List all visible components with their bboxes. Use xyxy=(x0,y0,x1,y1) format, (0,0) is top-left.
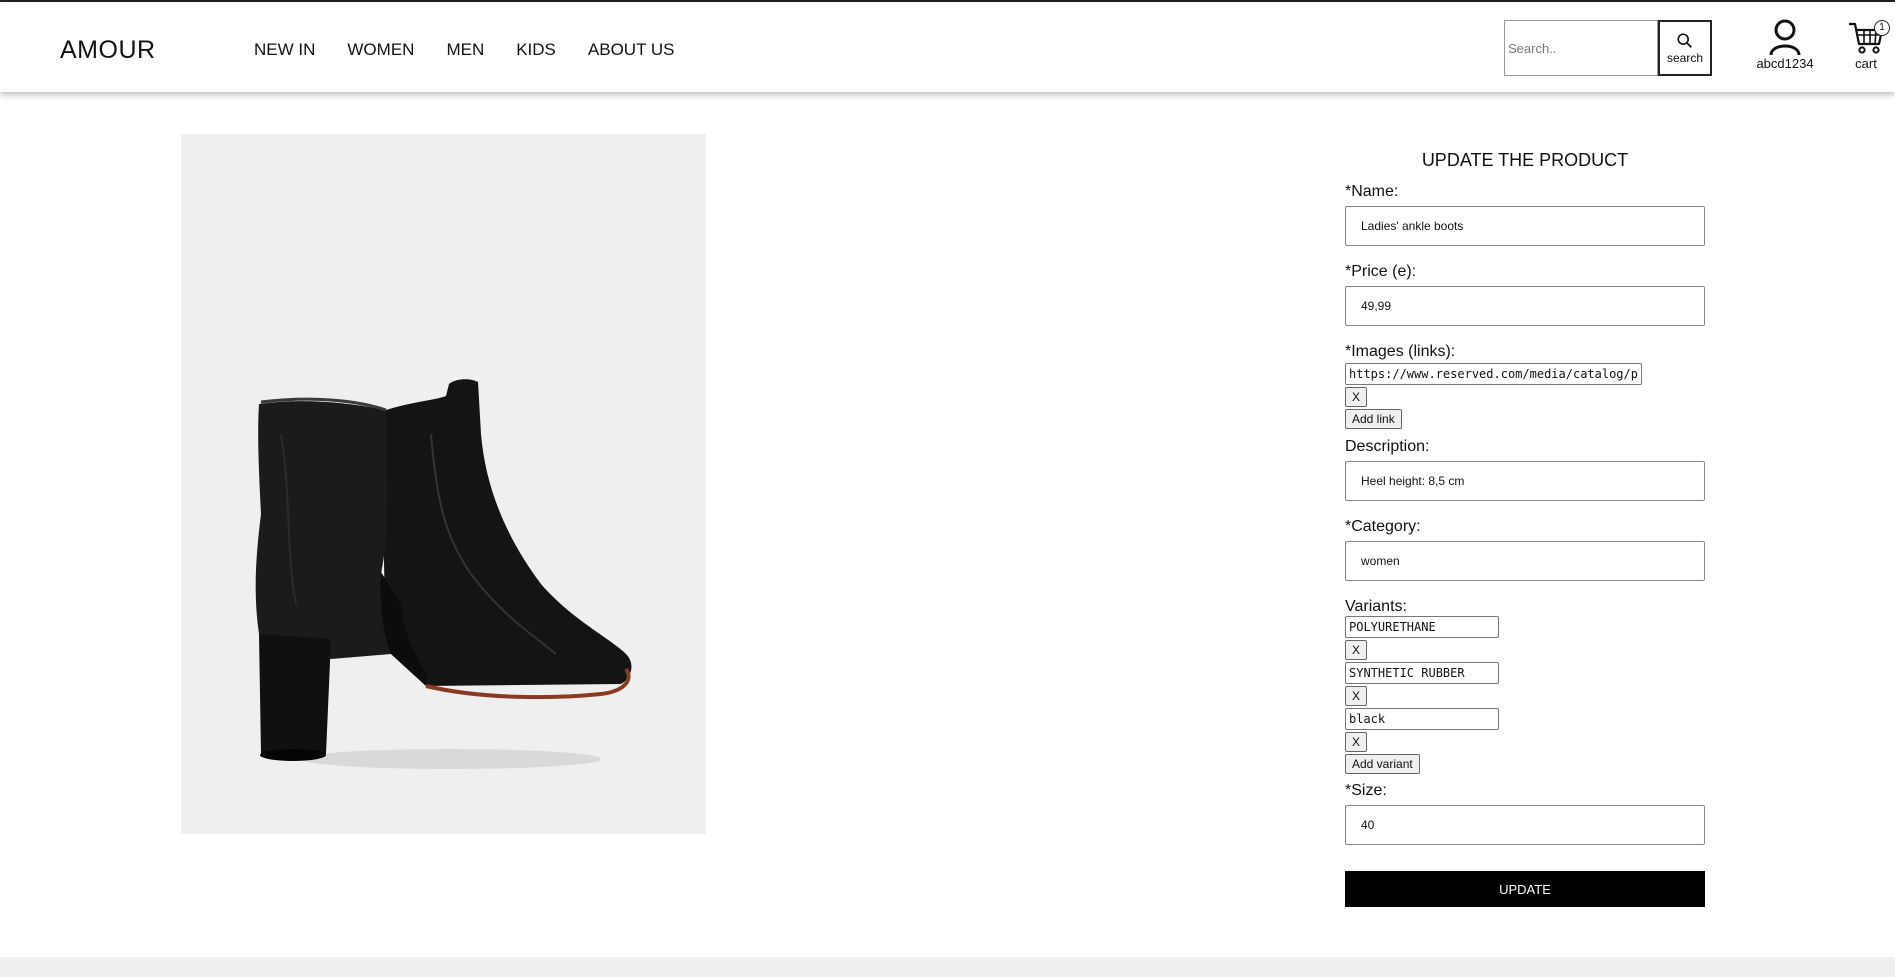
variants-label: Variants: xyxy=(1345,598,1407,615)
update-product-form: UPDATE THE PRODUCT *Name: *Price (e): *I… xyxy=(1345,150,1705,907)
description-field[interactable] xyxy=(1345,461,1705,501)
site-logo[interactable]: AMOUR xyxy=(60,36,156,65)
name-field[interactable] xyxy=(1345,206,1705,246)
images-label: *Images (links): xyxy=(1345,343,1456,360)
nav-new-in[interactable]: NEW IN xyxy=(254,40,315,60)
cart-count-badge: 1 xyxy=(1874,20,1890,36)
ankle-boot-image xyxy=(181,134,706,834)
nav-about-us[interactable]: ABOUT US xyxy=(588,40,675,60)
remove-image-link-button[interactable]: X xyxy=(1345,387,1368,407)
nav-men[interactable]: MEN xyxy=(446,40,484,60)
site-header: AMOUR NEW IN WOMEN MEN KIDS ABOUT US sea… xyxy=(0,2,1895,92)
search-button-label: search xyxy=(1666,50,1704,65)
remove-variant-button[interactable]: X xyxy=(1345,732,1368,752)
description-label: Description: xyxy=(1345,438,1430,455)
nav-women[interactable]: WOMEN xyxy=(347,40,414,60)
account-username: abcd1234 xyxy=(1756,56,1814,71)
search-button[interactable]: search xyxy=(1658,20,1712,76)
form-title: UPDATE THE PRODUCT xyxy=(1421,150,1629,170)
footer xyxy=(0,957,1895,977)
size-field[interactable] xyxy=(1345,805,1705,845)
nav-kids[interactable]: KIDS xyxy=(516,40,556,60)
update-button[interactable]: UPDATE xyxy=(1345,871,1705,907)
add-link-button[interactable]: Add link xyxy=(1345,409,1402,429)
image-link-field[interactable] xyxy=(1345,363,1642,385)
user-icon xyxy=(1769,19,1801,56)
variant-field[interactable] xyxy=(1345,662,1499,684)
price-field[interactable] xyxy=(1345,286,1705,326)
size-label: *Size: xyxy=(1345,782,1387,799)
search-input[interactable] xyxy=(1504,20,1658,76)
category-label: *Category: xyxy=(1345,518,1421,535)
search-icon xyxy=(1677,32,1692,48)
price-label: *Price (e): xyxy=(1345,263,1417,280)
name-label: *Name: xyxy=(1345,183,1399,200)
account-link[interactable]: abcd1234 xyxy=(1748,18,1822,71)
cart-label: cart xyxy=(1855,56,1877,71)
remove-variant-button[interactable]: X xyxy=(1345,686,1368,706)
remove-variant-button[interactable]: X xyxy=(1345,640,1368,660)
add-variant-button[interactable]: Add variant xyxy=(1345,754,1420,774)
variant-field[interactable] xyxy=(1345,616,1499,638)
cart-link[interactable]: cart 1 xyxy=(1846,18,1890,71)
product-image xyxy=(181,134,706,834)
main-nav: NEW IN WOMEN MEN KIDS ABOUT US xyxy=(254,40,675,60)
category-field[interactable] xyxy=(1345,541,1705,581)
variant-field[interactable] xyxy=(1345,708,1499,730)
